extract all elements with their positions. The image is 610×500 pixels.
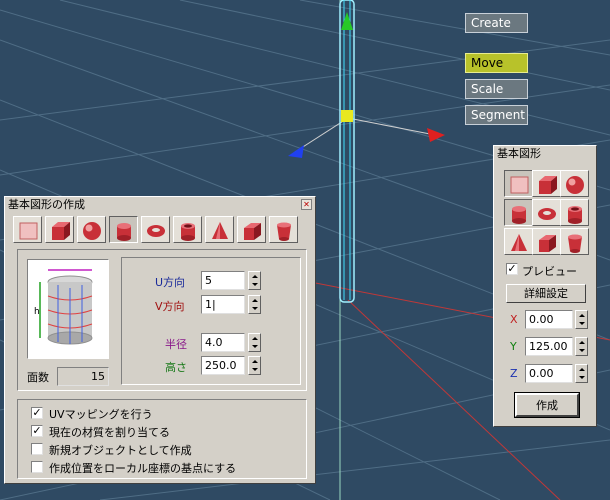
shape-cylinder-button[interactable] (109, 216, 138, 243)
create-mode-button[interactable]: Create (465, 13, 528, 33)
shape-cube-button[interactable] (45, 216, 74, 243)
shape-cup-button[interactable] (269, 216, 298, 243)
prism-icon (244, 223, 261, 240)
cup-icon (277, 222, 291, 241)
sphere-icon (83, 222, 101, 240)
cylinder-icon (117, 223, 131, 241)
shape-cube-button[interactable] (532, 170, 561, 197)
u-direction-input[interactable]: 5 (201, 271, 245, 290)
cube-icon (52, 222, 70, 240)
u-direction-spinner[interactable] (248, 271, 261, 290)
z-position-input[interactable]: 0.00 (525, 364, 573, 383)
torus-icon (538, 208, 556, 220)
shape-sphere-button[interactable] (77, 216, 106, 243)
primitive-panel: 基本図形 ✓ プレビュー 詳細設定 X 0.00 Y 125.00 Z 0.00… (493, 145, 597, 427)
cylinder-preview-icon: h (34, 269, 93, 345)
svg-text:h: h (34, 307, 40, 317)
option-label-2: 現在の材質を割り当てる (49, 426, 170, 439)
preview-checkbox[interactable]: ✓ (506, 263, 518, 275)
shape-preview: h (27, 259, 109, 359)
y-position-input[interactable]: 125.00 (525, 337, 573, 356)
torus-icon (147, 225, 165, 237)
y-axis-handle-icon (341, 12, 353, 30)
height-label: 高さ (165, 361, 187, 374)
shape-tube-button[interactable] (173, 216, 202, 243)
scale-mode-button[interactable]: Scale (465, 79, 528, 99)
shape-torus-button[interactable] (532, 199, 561, 226)
z-spinner[interactable] (575, 364, 588, 383)
shape-plane-button[interactable] (13, 216, 42, 243)
detail-settings-button[interactable]: 詳細設定 (506, 284, 586, 303)
y-label: Y (510, 340, 517, 353)
shape-cup-button[interactable] (560, 228, 589, 255)
y-spinner[interactable] (575, 337, 588, 356)
shape-plane-button[interactable] (504, 170, 533, 197)
panel-title: 基本図形 (494, 146, 596, 162)
cup-icon (568, 234, 582, 253)
sphere-icon (566, 176, 584, 194)
cube-icon (539, 176, 557, 194)
v-direction-input[interactable]: 1| (201, 295, 245, 314)
radius-spinner[interactable] (248, 333, 261, 352)
close-icon[interactable]: ✕ (301, 199, 312, 210)
x-spinner[interactable] (575, 310, 588, 329)
face-count-label: 面数 (27, 371, 49, 384)
plane-icon (510, 176, 529, 194)
tube-icon (181, 223, 195, 241)
option-label-4: 作成位置をローカル座標の基点にする (49, 462, 237, 475)
primitive-creation-dialog: 基本図形の作成 ✕ h 面数 15 U方向 5 V方向 1| 半径 4.0 高さ… (4, 196, 316, 484)
u-direction-label: U方向 (155, 276, 186, 289)
option-checkbox-3[interactable] (31, 443, 43, 455)
z-label: Z (510, 367, 518, 380)
prism-icon (539, 235, 556, 252)
tube-icon (568, 206, 582, 224)
x-axis-handle-icon (427, 128, 445, 142)
v-direction-spinner[interactable] (248, 295, 261, 314)
option-label-3: 新規オブジェクトとして作成 (49, 444, 192, 457)
cylinder-icon (512, 206, 526, 224)
create-button[interactable]: 作成 (514, 392, 580, 418)
height-spinner[interactable] (248, 356, 261, 375)
cone-icon (511, 234, 527, 251)
shape-torus-button[interactable] (141, 216, 170, 243)
option-checkbox-4[interactable] (31, 461, 43, 473)
move-center-handle-icon (341, 110, 353, 122)
shape-tube-button[interactable] (560, 199, 589, 226)
plane-icon (19, 222, 38, 240)
radius-input[interactable]: 4.0 (201, 333, 245, 352)
preview-label: プレビュー (522, 265, 577, 278)
move-mode-button[interactable]: Move (465, 53, 528, 73)
shape-cylinder-button[interactable] (504, 199, 533, 226)
shape-cone-button[interactable] (205, 216, 234, 243)
height-input[interactable]: 250.0 (201, 356, 245, 375)
x-position-input[interactable]: 0.00 (525, 310, 573, 329)
dialog-title: 基本図形の作成 (5, 197, 315, 213)
v-direction-label: V方向 (155, 300, 185, 313)
face-count-value: 15 (57, 367, 109, 386)
cone-icon (212, 222, 228, 239)
option-label-1: UVマッピングを行う (49, 408, 153, 421)
radius-label: 半径 (165, 338, 187, 351)
shape-cone-button[interactable] (504, 228, 533, 255)
x-label: X (510, 313, 518, 326)
shape-prism-button[interactable] (532, 228, 561, 255)
segment-mode-button[interactable]: Segment (465, 105, 528, 125)
shape-prism-button[interactable] (237, 216, 266, 243)
option-checkbox-1[interactable]: ✓ (31, 407, 43, 419)
option-checkbox-2[interactable]: ✓ (31, 425, 43, 437)
shape-sphere-button[interactable] (560, 170, 589, 197)
